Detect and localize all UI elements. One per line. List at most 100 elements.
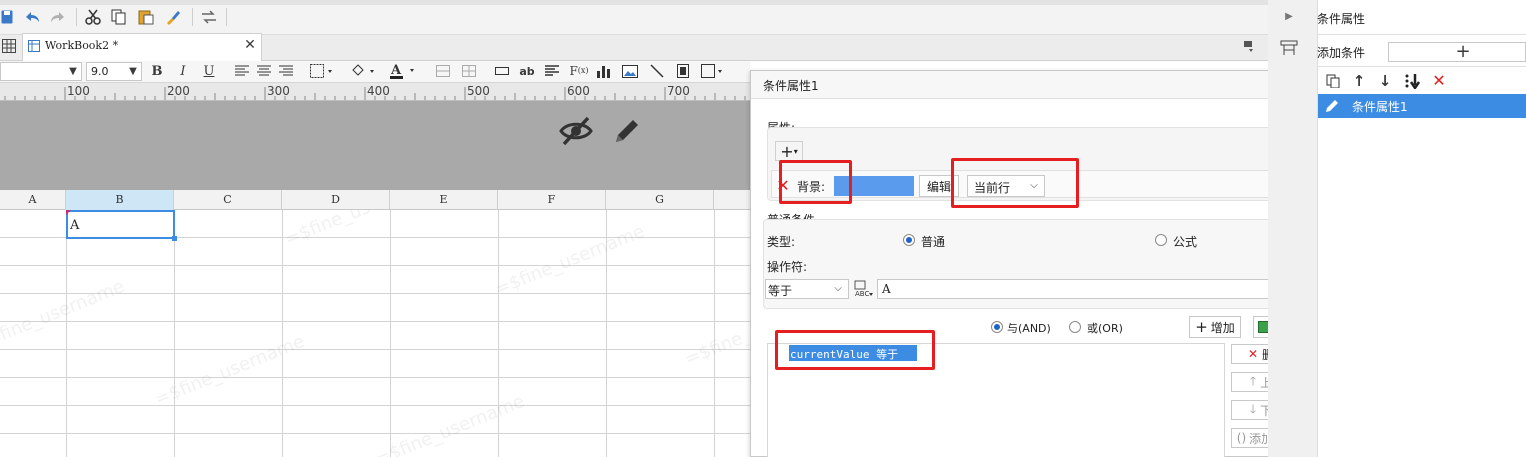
grid-line bbox=[174, 210, 175, 457]
rich-text-icon[interactable] bbox=[543, 62, 561, 80]
type-formula-label[interactable]: 公式 bbox=[1173, 233, 1197, 250]
column-header-e[interactable]: E bbox=[390, 190, 498, 210]
eye-hidden-icon[interactable] bbox=[558, 114, 594, 148]
grid-line bbox=[498, 210, 499, 457]
delete-attribute-icon[interactable]: ✕ bbox=[775, 178, 791, 194]
panel-layout-icon[interactable] bbox=[1278, 38, 1300, 58]
column-header-c[interactable]: C bbox=[174, 190, 282, 210]
align-right-icon[interactable] bbox=[277, 62, 295, 80]
slash-icon[interactable] bbox=[648, 62, 666, 80]
condition-list-item[interactable]: currentValue 等于 'A' bbox=[789, 345, 917, 375]
ruler-mark: 300 bbox=[267, 84, 290, 98]
abc-type-icon[interactable]: ABC bbox=[853, 279, 875, 299]
scope-select[interactable]: 当前行 ⌵ bbox=[967, 175, 1045, 197]
operator-select[interactable]: 等于 ⌵ bbox=[765, 279, 849, 299]
image-icon[interactable] bbox=[621, 62, 639, 80]
arrow-down-icon[interactable]: ↓ bbox=[1376, 72, 1394, 90]
save-icon[interactable] bbox=[0, 9, 14, 25]
operand-input[interactable]: A bbox=[877, 279, 1303, 299]
and-label[interactable]: 与(AND) bbox=[1007, 320, 1051, 336]
arrow-down-icon: 🡓 bbox=[1249, 401, 1257, 416]
operator-value: 等于 bbox=[768, 284, 793, 298]
column-header-a[interactable]: A bbox=[0, 190, 66, 210]
fill-handle[interactable] bbox=[172, 236, 177, 241]
copy-icon[interactable] bbox=[1324, 72, 1342, 90]
background-color-swatch[interactable] bbox=[834, 176, 914, 196]
close-icon[interactable]: ✕ bbox=[243, 38, 257, 52]
background-label: 背景: bbox=[797, 180, 826, 194]
watermark: =$fine_username bbox=[0, 275, 128, 356]
undo-icon[interactable] bbox=[22, 8, 42, 26]
add-attribute-button[interactable]: + ▾ bbox=[775, 141, 803, 161]
align-left-icon[interactable] bbox=[233, 62, 251, 80]
column-header-g[interactable]: G bbox=[606, 190, 714, 210]
font-name-select[interactable]: ▼ bbox=[0, 62, 82, 81]
edit-pencil-icon[interactable] bbox=[610, 114, 644, 148]
chevron-down-icon: ⌵ bbox=[1030, 180, 1038, 191]
font-color-icon[interactable]: A bbox=[388, 61, 420, 81]
condition-list-item-selected[interactable]: 条件属性1 bbox=[1318, 94, 1526, 118]
dialog-title-bar: 条件属性1 bbox=[751, 71, 1317, 99]
delete-icon[interactable]: ✕ bbox=[1430, 72, 1448, 90]
or-label[interactable]: 或(OR) bbox=[1087, 320, 1123, 336]
cell-marker bbox=[66, 210, 71, 215]
column-header-d[interactable]: D bbox=[282, 190, 390, 210]
sort-down-icon[interactable] bbox=[1402, 72, 1424, 90]
cut-icon[interactable] bbox=[84, 8, 102, 26]
swap-icon[interactable] bbox=[200, 8, 218, 26]
insert-text-icon[interactable]: ab bbox=[517, 62, 537, 80]
chart-icon[interactable] bbox=[595, 62, 613, 80]
condition-list-item-label: 条件属性1 bbox=[1352, 100, 1408, 114]
copy-icon[interactable] bbox=[110, 8, 128, 26]
add-condition-input[interactable]: + bbox=[1388, 42, 1526, 62]
formula-icon[interactable]: F (x) bbox=[568, 62, 590, 80]
right-panel-divider bbox=[1318, 66, 1526, 67]
toolbar-divider bbox=[226, 8, 227, 26]
plus-icon[interactable]: + bbox=[1455, 43, 1471, 61]
underline-icon[interactable]: U bbox=[200, 62, 218, 80]
column-header-f[interactable]: F bbox=[498, 190, 606, 210]
main-toolbar bbox=[0, 0, 1268, 35]
spreadsheet-grid[interactable]: =$fine_username =$fine_username =$fine_u… bbox=[0, 210, 750, 457]
fill-color-icon[interactable] bbox=[348, 62, 380, 80]
and-radio[interactable] bbox=[991, 321, 1003, 333]
tab-title: WorkBook2 * bbox=[45, 39, 119, 52]
chevron-down-icon: ⌵ bbox=[834, 283, 842, 294]
format-brush-icon[interactable] bbox=[164, 8, 182, 26]
sub-report-icon[interactable] bbox=[674, 62, 692, 80]
column-header-b[interactable]: B bbox=[66, 190, 174, 210]
font-size-select[interactable]: 9.0 ▼ bbox=[86, 62, 142, 81]
add-condition-button[interactable]: + 增加 bbox=[1189, 316, 1241, 338]
cell-element-icon[interactable] bbox=[700, 62, 726, 80]
selected-cell-b1[interactable]: A bbox=[66, 210, 177, 241]
arrow-up-icon: 🡑 bbox=[1249, 373, 1257, 388]
paste-icon[interactable] bbox=[137, 8, 155, 26]
unmerge-cells-icon bbox=[460, 62, 478, 80]
edit-icon bbox=[1324, 98, 1340, 114]
chevron-down-icon: ▼ bbox=[129, 66, 137, 77]
align-center-icon[interactable] bbox=[255, 62, 273, 80]
text-cell-icon[interactable] bbox=[493, 62, 511, 80]
dropdown-menu-icon[interactable] bbox=[1240, 38, 1260, 54]
ruler-mark: 100 bbox=[67, 84, 90, 98]
delete-icon: ✕ bbox=[1247, 347, 1259, 361]
grid-line bbox=[282, 210, 283, 457]
type-normal-label[interactable]: 普通 bbox=[921, 233, 945, 250]
watermark: =$fine_username bbox=[281, 210, 438, 251]
type-formula-radio[interactable] bbox=[1155, 234, 1167, 246]
grid-line bbox=[606, 210, 607, 457]
bold-icon[interactable]: B bbox=[148, 62, 166, 80]
or-radio[interactable] bbox=[1069, 321, 1081, 333]
tab-workbook[interactable]: WorkBook2 * ✕ bbox=[22, 33, 262, 61]
arrow-up-icon[interactable]: ↑ bbox=[1350, 72, 1368, 90]
border-icon[interactable] bbox=[308, 62, 338, 80]
ruler-mark: 600 bbox=[567, 84, 590, 98]
type-normal-radio[interactable] bbox=[903, 234, 915, 246]
condition-attribute-dialog: 条件属性1 属性: +▾ ✕ 背景: 编辑 当前行 ⌵ 普通条件 类型: 普通 … bbox=[750, 70, 1318, 457]
redo-icon[interactable] bbox=[48, 8, 68, 26]
collapse-arrow-icon[interactable]: ▶ bbox=[1282, 9, 1296, 25]
grid-view-icon[interactable] bbox=[0, 37, 18, 55]
italic-icon[interactable]: I bbox=[174, 62, 192, 80]
watermark: =$fine_username bbox=[151, 330, 308, 411]
edit-button[interactable]: 编辑 bbox=[919, 175, 959, 197]
